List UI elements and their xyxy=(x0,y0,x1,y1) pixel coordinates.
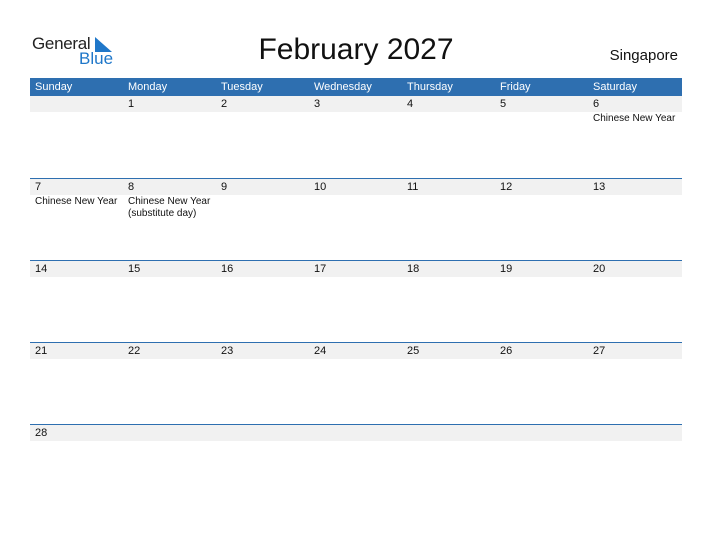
holiday-label xyxy=(402,359,495,360)
holiday-label xyxy=(309,195,402,220)
date-strip: 28 xyxy=(30,425,682,441)
day-number xyxy=(30,96,123,112)
holiday-label xyxy=(123,359,216,360)
day-number xyxy=(123,425,216,441)
weekday-tuesday: Tuesday xyxy=(221,81,263,93)
holiday-label xyxy=(402,277,495,278)
day-number: 24 xyxy=(314,345,327,357)
holiday-label xyxy=(216,359,309,360)
day-number: 3 xyxy=(314,98,321,110)
holiday-label xyxy=(216,441,309,442)
day-number xyxy=(588,425,682,441)
week-row: 21 22 23 24 25 26 27 xyxy=(30,342,682,424)
day-number: 27 xyxy=(593,345,606,357)
holiday-label: Chinese New Year xyxy=(35,196,118,207)
weekday-saturday: Saturday xyxy=(593,81,638,93)
day-number: 7 xyxy=(35,181,42,193)
holiday-label xyxy=(588,195,682,220)
day-number xyxy=(402,425,495,441)
day-number: 16 xyxy=(221,263,234,275)
holiday-label xyxy=(402,112,495,125)
holiday-label xyxy=(309,441,402,442)
day-number xyxy=(216,425,309,441)
holiday-label xyxy=(495,195,588,220)
day-number: 20 xyxy=(593,263,606,275)
day-number: 11 xyxy=(407,181,419,193)
day-number: 4 xyxy=(407,98,414,110)
day-number: 23 xyxy=(221,345,234,357)
holiday-label xyxy=(588,277,682,278)
holiday-label xyxy=(123,441,216,442)
holiday-label xyxy=(30,359,123,360)
holiday-label xyxy=(495,112,588,125)
events-row xyxy=(30,359,682,360)
weekday-sunday: Sunday xyxy=(35,81,73,93)
holiday-label xyxy=(588,441,682,442)
week-row: 28 xyxy=(30,424,682,506)
day-number xyxy=(309,425,402,441)
weekday-friday: Friday xyxy=(500,81,531,93)
date-strip: 7 8 9 10 11 12 13 xyxy=(30,179,682,195)
day-number: 13 xyxy=(593,181,606,193)
day-number: 19 xyxy=(500,263,513,275)
week-row: 14 15 16 17 18 19 20 xyxy=(30,260,682,342)
day-number: 1 xyxy=(128,98,135,110)
holiday-label xyxy=(495,441,588,442)
events-row: Chinese New Year Chinese New Year (substi… xyxy=(30,195,682,220)
day-number: 18 xyxy=(407,263,420,275)
day-number: 28 xyxy=(35,427,48,439)
weekday-header-row: Sunday Monday Tuesday Wednesday Thursday… xyxy=(30,78,682,96)
weekday-thursday: Thursday xyxy=(407,81,453,93)
holiday-label xyxy=(123,277,216,278)
holiday-label xyxy=(309,112,402,125)
holiday-label: Chinese New Year xyxy=(593,113,676,124)
holiday-label xyxy=(402,441,495,442)
holiday-label xyxy=(123,112,216,125)
holiday-label: Chinese New Year (substitute day) xyxy=(128,196,211,219)
weekday-monday: Monday xyxy=(128,81,168,93)
holiday-label xyxy=(30,112,123,125)
holiday-label xyxy=(216,112,309,125)
day-number: 8 xyxy=(128,181,135,193)
holiday-label xyxy=(495,359,588,360)
date-strip: 21 22 23 24 25 26 27 xyxy=(30,343,682,359)
holiday-label xyxy=(216,195,309,220)
week-row: 1 2 3 4 5 6 Chinese New Year xyxy=(30,96,682,178)
weekday-wednesday: Wednesday xyxy=(314,81,372,93)
day-number: 10 xyxy=(314,181,327,193)
calendar-grid: Sunday Monday Tuesday Wednesday Thursday… xyxy=(30,78,682,506)
day-number: 21 xyxy=(35,345,48,357)
holiday-label xyxy=(402,195,495,220)
country-label: Singapore xyxy=(609,47,678,64)
day-number: 22 xyxy=(128,345,141,357)
events-row xyxy=(30,277,682,278)
events-row: Chinese New Year xyxy=(30,112,682,125)
day-number: 2 xyxy=(221,98,228,110)
day-number: 9 xyxy=(221,181,228,193)
day-number: 26 xyxy=(500,345,513,357)
events-row xyxy=(30,441,682,442)
holiday-label xyxy=(30,441,123,442)
date-strip: 1 2 3 4 5 6 xyxy=(30,96,682,112)
day-number: 15 xyxy=(128,263,141,275)
holiday-label xyxy=(588,359,682,360)
holiday-label xyxy=(216,277,309,278)
holiday-label xyxy=(495,277,588,278)
day-number: 6 xyxy=(593,98,600,110)
day-number: 14 xyxy=(35,263,48,275)
day-number: 17 xyxy=(314,263,327,275)
day-number: 5 xyxy=(500,98,507,110)
week-row: 7 8 9 10 11 12 13 Chinese New Year Chinese New Y… xyxy=(30,178,682,260)
day-number: 25 xyxy=(407,345,420,357)
holiday-label xyxy=(30,277,123,278)
holiday-label xyxy=(309,277,402,278)
holiday-label xyxy=(309,359,402,360)
day-number xyxy=(495,425,588,441)
date-strip: 14 15 16 17 18 19 20 xyxy=(30,261,682,277)
day-number: 12 xyxy=(500,181,513,193)
page-title: February 2027 xyxy=(258,33,454,66)
